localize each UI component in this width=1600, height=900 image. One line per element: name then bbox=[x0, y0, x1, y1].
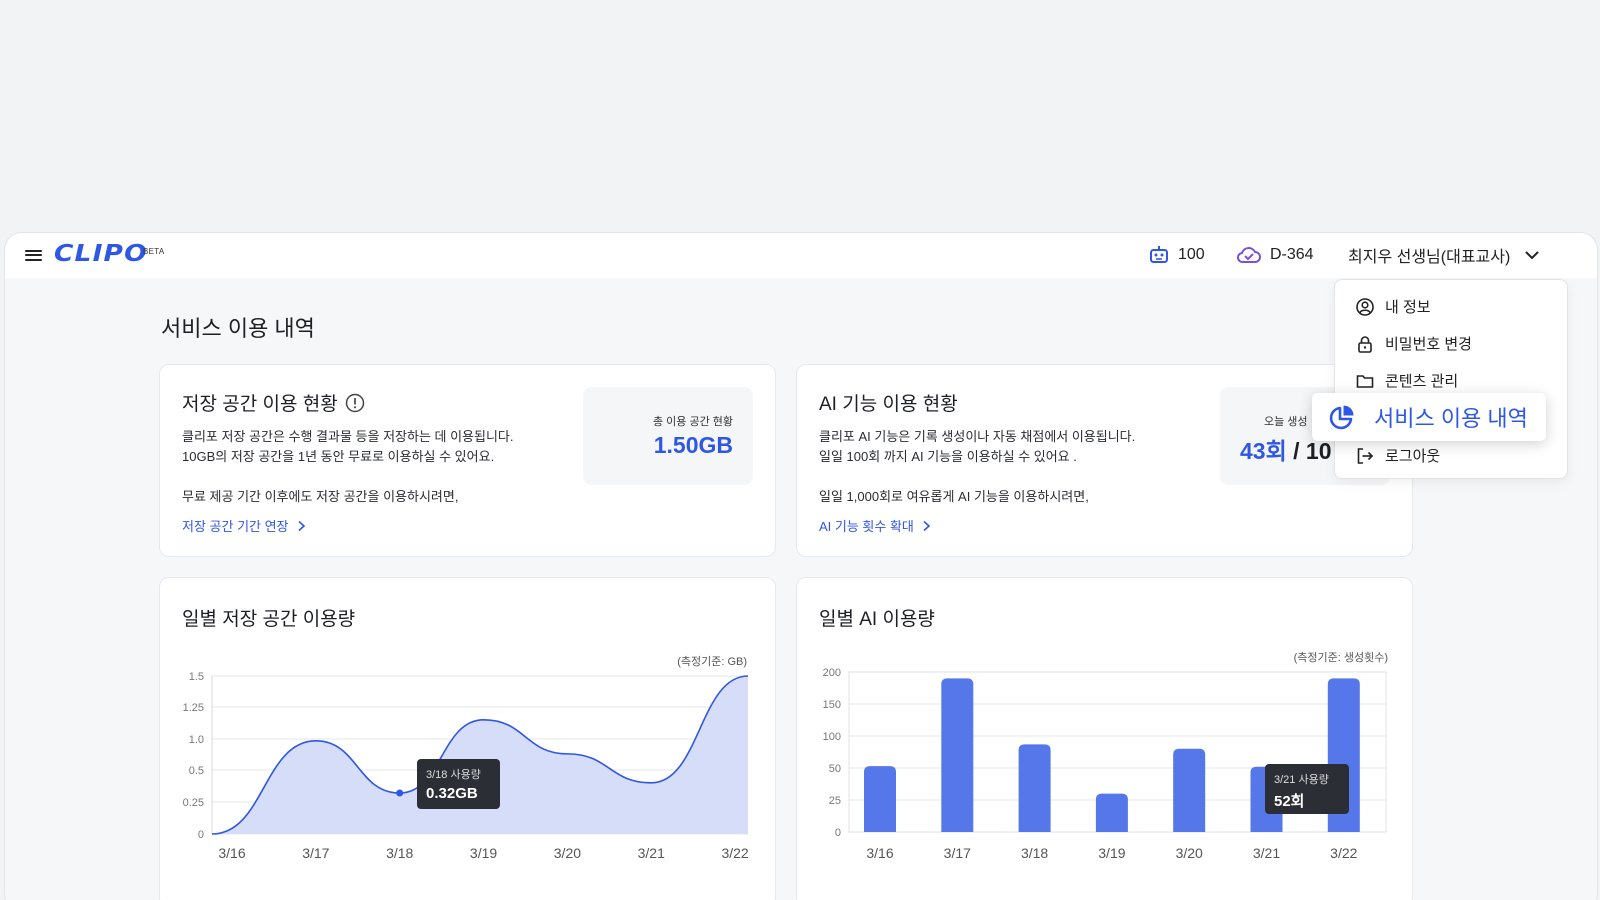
menu-icon[interactable] bbox=[25, 247, 42, 262]
y-tick-label: 0 bbox=[835, 827, 841, 839]
x-tick-label: 3/22 bbox=[1330, 845, 1357, 861]
tooltip-label: 3/18 사용량 bbox=[426, 769, 481, 781]
y-tick-label: 150 bbox=[823, 699, 841, 711]
cloud-check-icon bbox=[1236, 246, 1261, 263]
ai-bar-chart: 0 25 50 100 150 200 3/16 3/17 3/18 3/19 3/20 3/21 3/… bbox=[823, 667, 1387, 861]
chevron-right-icon bbox=[297, 520, 305, 531]
x-tick-label: 3/17 bbox=[944, 845, 971, 861]
menu-item-label: 비밀번호 변경 bbox=[1385, 336, 1472, 353]
total-storage-stat: 총 이용 공간 현황 1.50GB bbox=[583, 387, 753, 485]
x-tick-label: 3/21 bbox=[638, 845, 665, 861]
dday-text: D-364 bbox=[1270, 245, 1314, 263]
x-tick-label: 3/16 bbox=[218, 845, 245, 861]
x-tick-label: 3/20 bbox=[1176, 845, 1203, 861]
storage-usage-card: 저장 공간 이용 현황 클리포 저장 공간은 수행 결과물 등을 저장하는 데 … bbox=[159, 364, 776, 557]
x-tick-label: 3/19 bbox=[1098, 845, 1125, 861]
menu-item-content-management[interactable]: 콘텐츠 관리 bbox=[1355, 370, 1458, 391]
chevron-right-icon bbox=[923, 520, 931, 531]
x-tick-label: 3/16 bbox=[866, 845, 893, 861]
bar bbox=[1018, 744, 1051, 832]
y-tick-label: 1.0 bbox=[189, 734, 204, 746]
bar bbox=[1095, 793, 1128, 832]
desc-line: 일일 100회 까지 AI 기능을 이용하실 수 있어요 . bbox=[819, 449, 1077, 464]
info-icon[interactable] bbox=[345, 393, 365, 413]
menu-item-label: 콘텐츠 관리 bbox=[1385, 373, 1459, 390]
lock-icon bbox=[1358, 335, 1372, 353]
extend-storage-link[interactable]: 저장 공간 기간 연장 bbox=[182, 516, 307, 535]
extend-storage-label: 저장 공간 기간 연장 bbox=[182, 519, 289, 534]
bar bbox=[864, 766, 896, 832]
ai-tooltip: 3/21 사용량 52회 bbox=[1265, 764, 1349, 814]
storage-card-desc-extra: 무료 제공 기간 이후에도 저장 공간을 이용하시려면, bbox=[182, 489, 459, 504]
data-point-highlight bbox=[396, 789, 404, 797]
x-tick-label: 3/22 bbox=[721, 845, 748, 861]
x-tick-label: 3/18 bbox=[386, 845, 413, 861]
bar bbox=[1173, 748, 1206, 832]
stat-label: 총 이용 공간 현황 bbox=[652, 416, 733, 428]
folder-icon bbox=[1356, 374, 1374, 388]
x-tick-label: 3/18 bbox=[1021, 845, 1048, 861]
y-tick-label: 100 bbox=[823, 731, 841, 743]
y-tick-label: 0.5 bbox=[189, 765, 204, 777]
stat-count: 43회 bbox=[1240, 438, 1287, 464]
expand-ai-label: AI 기능 횟수 확대 bbox=[819, 519, 914, 534]
credits-count: 100 bbox=[1178, 245, 1205, 263]
menu-item-my-info[interactable]: 내 정보 bbox=[1355, 296, 1431, 317]
user-circle-icon bbox=[1356, 297, 1374, 316]
logo[interactable]: CLIPO bbox=[54, 241, 148, 267]
y-tick-label: 25 bbox=[829, 795, 841, 807]
ai-chart-card: 일별 AI 이용량 (측정기준: 생성횟수) 0 25 50 100 150 200 3/1… bbox=[796, 577, 1413, 900]
menu-item-change-password[interactable]: 비밀번호 변경 bbox=[1355, 333, 1472, 354]
y-tick-label: 0 bbox=[198, 829, 204, 841]
y-tick-label: 50 bbox=[829, 763, 841, 775]
menu-item-label: 내 정보 bbox=[1385, 299, 1431, 316]
stat-label: 오늘 생성 bbox=[1264, 416, 1308, 428]
x-tick-label: 3/17 bbox=[302, 845, 329, 861]
ai-card-desc-extra: 일일 1,000회로 여유롭게 AI 기능을 이용하시려면, bbox=[819, 489, 1089, 504]
ai-card-desc: 클리포 AI 기능은 기록 생성이나 자동 채점에서 이용됩니다. 일일 100… bbox=[819, 427, 1135, 467]
storage-tooltip: 3/18 사용량 0.32GB bbox=[417, 759, 500, 809]
tooltip-value: 0.32GB bbox=[426, 785, 478, 802]
tooltip-value: 52회 bbox=[1274, 793, 1305, 810]
y-tick-label: 1.5 bbox=[189, 671, 204, 683]
desc-line: 클리포 AI 기능은 기록 생성이나 자동 채점에서 이용됩니다. bbox=[819, 429, 1136, 444]
storage-area-chart: 0 0.25 0.5 1.0 1.25 1.5 3/16 3/17 3/18 3/19 3/20 3/… bbox=[183, 671, 749, 861]
x-tick-label: 3/21 bbox=[1253, 845, 1280, 861]
storage-card-title: 저장 공간 이용 현황 bbox=[182, 394, 338, 415]
logout-icon bbox=[1357, 447, 1374, 464]
storage-card-title-row: 저장 공간 이용 현황 bbox=[182, 389, 365, 416]
user-dropdown-menu: 내 정보 비밀번호 변경 콘텐츠 관리 로그아웃 bbox=[1334, 279, 1568, 479]
storage-area-fill bbox=[212, 676, 748, 834]
expand-ai-link[interactable]: AI 기능 횟수 확대 bbox=[819, 516, 932, 535]
storage-card-desc: 클리포 저장 공간은 수행 결과물 등을 저장하는 데 이용됩니다. 10GB의… bbox=[182, 427, 514, 467]
chevron-down-icon bbox=[1525, 250, 1540, 259]
y-tick-label: 1.25 bbox=[183, 702, 204, 714]
robot-icon bbox=[1150, 245, 1168, 263]
desc-line: 클리포 저장 공간은 수행 결과물 등을 저장하는 데 이용됩니다. bbox=[182, 429, 514, 444]
desc-line: 10GB의 저장 공간을 1년 동안 무료로 이용하실 수 있어요. bbox=[182, 449, 495, 464]
pie-chart-icon bbox=[1329, 405, 1354, 430]
bar bbox=[941, 678, 974, 832]
stat-separator: / bbox=[1293, 438, 1300, 464]
menu-item-service-history[interactable]: 서비스 이용 내역 bbox=[1312, 393, 1546, 441]
page-title: 서비스 이용 내역 bbox=[161, 316, 315, 341]
credits-indicator[interactable]: 100 bbox=[1148, 232, 1205, 277]
x-tick-label: 3/19 bbox=[470, 845, 497, 861]
stat-total: 10 bbox=[1305, 438, 1332, 464]
menu-item-label: 서비스 이용 내역 bbox=[1374, 406, 1528, 431]
stat-value: 1.50GB bbox=[653, 432, 733, 458]
storage-dday-indicator[interactable]: D-364 bbox=[1236, 232, 1314, 277]
storage-chart-card: 일별 저장 공간 이용량 (측정기준: GB) 0 0.25 0.5 1.0 1.25 1… bbox=[159, 577, 776, 900]
menu-item-logout[interactable]: 로그아웃 bbox=[1355, 445, 1440, 466]
menu-item-label: 로그아웃 bbox=[1385, 448, 1441, 465]
y-tick-label: 0.25 bbox=[183, 797, 204, 809]
user-menu-trigger[interactable]: 최지우 선생님(대표교사) bbox=[1348, 232, 1542, 277]
x-tick-label: 3/20 bbox=[554, 845, 581, 861]
user-name: 최지우 선생님(대표교사) bbox=[1348, 248, 1511, 266]
y-tick-label: 200 bbox=[823, 667, 841, 679]
beta-badge: BETA bbox=[143, 247, 165, 256]
ai-card-title: AI 기능 이용 현황 bbox=[819, 394, 958, 415]
tooltip-label: 3/21 사용량 bbox=[1274, 774, 1329, 786]
